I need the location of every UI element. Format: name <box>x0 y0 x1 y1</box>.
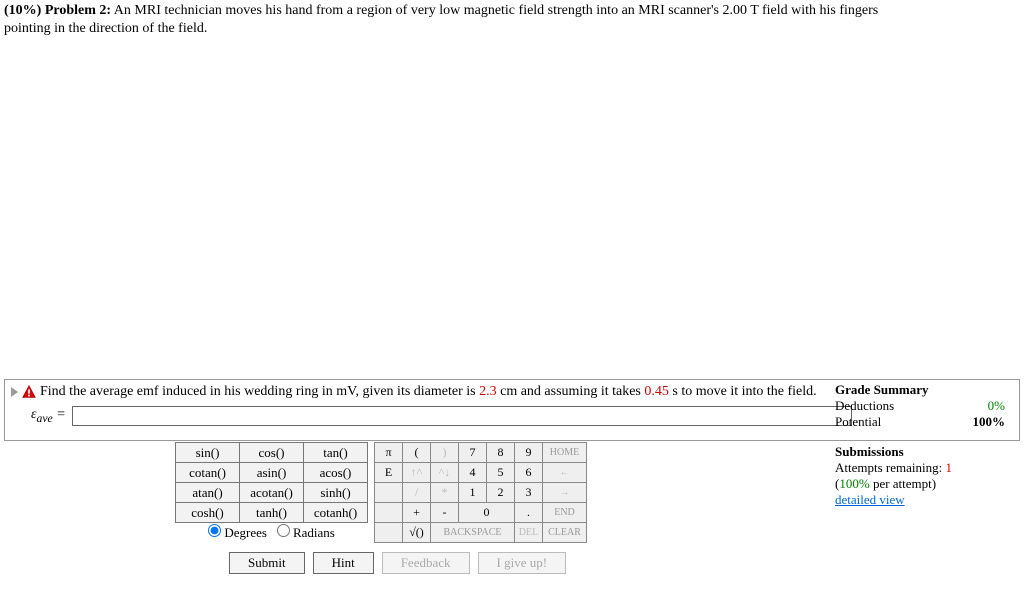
mode-degrees[interactable]: Degrees <box>208 525 267 540</box>
key-1[interactable]: 1 <box>459 483 487 503</box>
key-blank3 <box>375 523 403 543</box>
key-pi[interactable]: π <box>375 443 403 463</box>
expand-icon[interactable] <box>11 387 18 397</box>
grade-summary: Grade Summary Deductions0% Potential100% <box>835 382 1005 430</box>
fn-asin[interactable]: asin() <box>240 463 304 483</box>
key-home[interactable]: HOME <box>543 443 587 463</box>
fn-cos[interactable]: cos() <box>240 443 304 463</box>
key-6[interactable]: 6 <box>515 463 543 483</box>
fn-sinh[interactable]: sinh() <box>304 483 368 503</box>
fn-cotanh[interactable]: cotanh() <box>304 503 368 523</box>
key-minus[interactable]: - <box>431 503 459 523</box>
fn-cotan[interactable]: cotan() <box>176 463 240 483</box>
key-4[interactable]: 4 <box>459 463 487 483</box>
key-8[interactable]: 8 <box>487 443 515 463</box>
feedback-button[interactable]: Feedback <box>382 552 470 574</box>
key-slash[interactable]: / <box>403 483 431 503</box>
key-caret-up[interactable]: ↑^ <box>403 463 431 483</box>
key-lparen[interactable]: ( <box>403 443 431 463</box>
key-left[interactable]: ← <box>543 463 587 483</box>
answer-variable: εave = <box>31 407 66 425</box>
part-container: Find the average emf induced in his wedd… <box>4 379 1020 441</box>
answer-input[interactable] <box>72 406 852 426</box>
key-9[interactable]: 9 <box>515 443 543 463</box>
fn-atan[interactable]: atan() <box>176 483 240 503</box>
submissions-box: Submissions Attempts remaining: 1 (100% … <box>835 444 1005 508</box>
key-e[interactable]: E <box>375 463 403 483</box>
key-caret-down[interactable]: ^↓ <box>431 463 459 483</box>
fn-tan[interactable]: tan() <box>304 443 368 463</box>
key-3[interactable]: 3 <box>515 483 543 503</box>
key-dot[interactable]: . <box>515 503 543 523</box>
warning-icon <box>22 385 36 399</box>
fn-acos[interactable]: acos() <box>304 463 368 483</box>
key-end[interactable]: END <box>543 503 587 523</box>
key-right[interactable]: → <box>543 483 587 503</box>
key-blank2 <box>375 503 403 523</box>
calculator: sin()cos()tan() cotan()asin()acos() atan… <box>175 442 587 543</box>
fn-sin[interactable]: sin() <box>176 443 240 463</box>
function-pad: sin()cos()tan() cotan()asin()acos() atan… <box>175 442 368 543</box>
question-text: Find the average emf induced in his wedd… <box>40 384 817 400</box>
key-rparen[interactable]: ) <box>431 443 459 463</box>
key-0[interactable]: 0 <box>459 503 515 523</box>
problem-percent: (10%) <box>4 3 41 18</box>
fn-cosh[interactable]: cosh() <box>176 503 240 523</box>
key-clear[interactable]: CLEAR <box>543 523 587 543</box>
fn-acotan[interactable]: acotan() <box>240 483 304 503</box>
key-7[interactable]: 7 <box>459 443 487 463</box>
key-2[interactable]: 2 <box>487 483 515 503</box>
key-backspace[interactable]: BACKSPACE <box>431 523 515 543</box>
give-up-button[interactable]: I give up! <box>478 552 567 574</box>
problem-label: Problem 2: <box>45 3 111 18</box>
detailed-view-link[interactable]: detailed view <box>835 492 905 507</box>
key-sqrt[interactable]: √() <box>403 523 431 543</box>
key-plus[interactable]: + <box>403 503 431 523</box>
submit-button[interactable]: Submit <box>229 552 305 574</box>
problem-text-b: pointing in the direction of the field. <box>4 21 207 36</box>
key-del[interactable]: DEL <box>515 523 543 543</box>
key-5[interactable]: 5 <box>487 463 515 483</box>
fn-tanh[interactable]: tanh() <box>240 503 304 523</box>
mode-radians[interactable]: Radians <box>277 525 335 540</box>
hint-button[interactable]: Hint <box>313 552 374 574</box>
problem-text-a: An MRI technician moves his hand from a … <box>114 3 878 18</box>
key-blank <box>375 483 403 503</box>
key-star[interactable]: * <box>431 483 459 503</box>
number-pad: π ( ) 7 8 9 HOME E ↑^ ^↓ 4 5 6 ← / * <box>374 442 587 543</box>
